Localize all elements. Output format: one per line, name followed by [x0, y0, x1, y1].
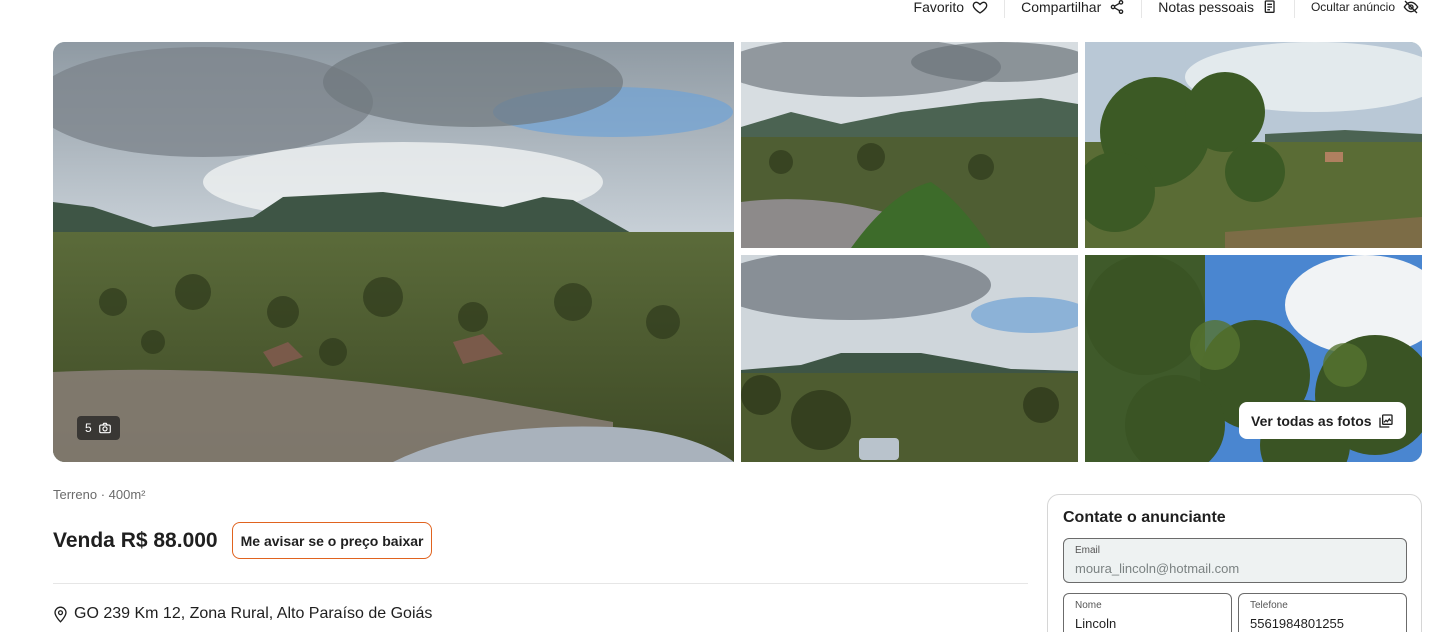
camera-icon	[98, 422, 111, 434]
listing-type-area: Terreno · 400m²	[53, 487, 146, 502]
phone-input[interactable]	[1250, 616, 1395, 631]
notes-button[interactable]: Notas pessoais	[1141, 0, 1294, 18]
favorite-button[interactable]: Favorito	[898, 0, 1005, 18]
gallery-photo-5[interactable]: Ver todas as fotos	[1085, 255, 1422, 462]
share-label: Compartilhar	[1021, 0, 1102, 15]
section-divider	[53, 583, 1028, 584]
notes-icon	[1264, 0, 1275, 13]
location-pin-icon	[54, 606, 67, 623]
favorite-label: Favorito	[913, 0, 965, 15]
view-all-photos-button[interactable]: Ver todas as fotos	[1239, 402, 1406, 439]
listing-address: GO 239 Km 12, Zona Rural, Alto Paraíso d…	[53, 605, 432, 623]
main-photo[interactable]: 5	[53, 42, 734, 462]
contact-title: Contate o anunciante	[1063, 509, 1226, 526]
view-all-photos-label: Ver todas as fotos	[1251, 412, 1372, 429]
email-input[interactable]	[1075, 561, 1395, 576]
heart-icon	[972, 1, 988, 14]
name-label: Nome	[1075, 600, 1102, 611]
share-button[interactable]: Compartilhar	[1004, 0, 1141, 18]
gallery-photo-4[interactable]	[741, 255, 1078, 462]
eye-off-icon	[1403, 0, 1419, 14]
name-field[interactable]: Nome	[1063, 593, 1232, 632]
gallery-icon	[1378, 413, 1393, 428]
email-label: Email	[1075, 545, 1101, 556]
gallery-photo-3[interactable]	[1085, 42, 1422, 248]
price-drop-alert-button[interactable]: Me avisar se o preço baixar	[231, 522, 433, 559]
phone-label: Telefone	[1250, 600, 1288, 611]
price-row: Venda R$ 88.000 Me avisar se o preço bai…	[53, 522, 433, 559]
hide-listing-label: Ocultar anúncio	[1310, 0, 1395, 14]
listing-price: Venda R$ 88.000	[53, 528, 218, 552]
photo-count-badge: 5	[77, 416, 120, 440]
hide-listing-button[interactable]: Ocultar anúncio	[1293, 0, 1435, 18]
share-icon	[1110, 0, 1124, 14]
notes-label: Notas pessoais	[1158, 0, 1254, 15]
photo-gallery: 5 Ver todas as fotos	[53, 42, 1422, 462]
gallery-photo-2[interactable]	[741, 42, 1078, 248]
name-input[interactable]	[1075, 616, 1220, 631]
listing-actions-bar: Favorito Compartilhar Notas pessoais Ocu…	[898, 0, 1435, 18]
contact-advertiser-card: Contate o anunciante Email Nome Telefone	[1047, 494, 1422, 632]
photo-count-value: 5	[85, 421, 92, 435]
address-text: GO 239 Km 12, Zona Rural, Alto Paraíso d…	[74, 605, 433, 622]
phone-field[interactable]: Telefone	[1238, 593, 1407, 632]
email-field[interactable]: Email	[1063, 538, 1407, 583]
